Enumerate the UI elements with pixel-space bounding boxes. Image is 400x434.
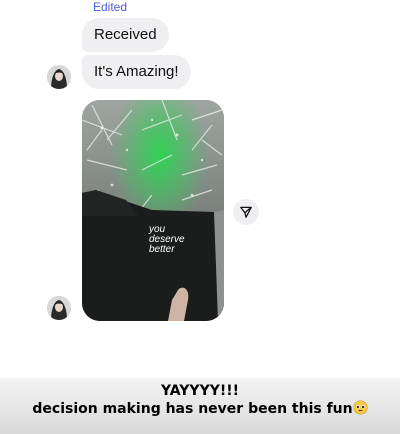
avatar[interactable] (47, 296, 71, 320)
message-text: It's Amazing! (94, 63, 179, 80)
send-icon (240, 206, 252, 218)
story-caption-text: decision making has never been this fun (32, 401, 353, 417)
avatar[interactable] (47, 65, 71, 89)
avatar-icon (47, 296, 71, 320)
book-text-line: better (149, 244, 175, 255)
message-bubble-received[interactable]: Received (82, 18, 169, 52)
message-text: Received (94, 26, 157, 43)
pleading-face-icon (353, 400, 368, 415)
book-text: you deserve better (149, 225, 209, 255)
avatar-icon (47, 65, 71, 89)
photo-image (82, 100, 224, 321)
story-caption-line-1: YAYYYY!!! (161, 383, 239, 399)
photo-message[interactable]: you deserve better (82, 100, 224, 321)
edited-label: Edited (93, 0, 128, 14)
story-caption-line-2: decision making has never been this fun (0, 400, 400, 418)
share-button[interactable] (233, 199, 259, 225)
message-bubble-amazing[interactable]: It's Amazing! (82, 55, 191, 89)
